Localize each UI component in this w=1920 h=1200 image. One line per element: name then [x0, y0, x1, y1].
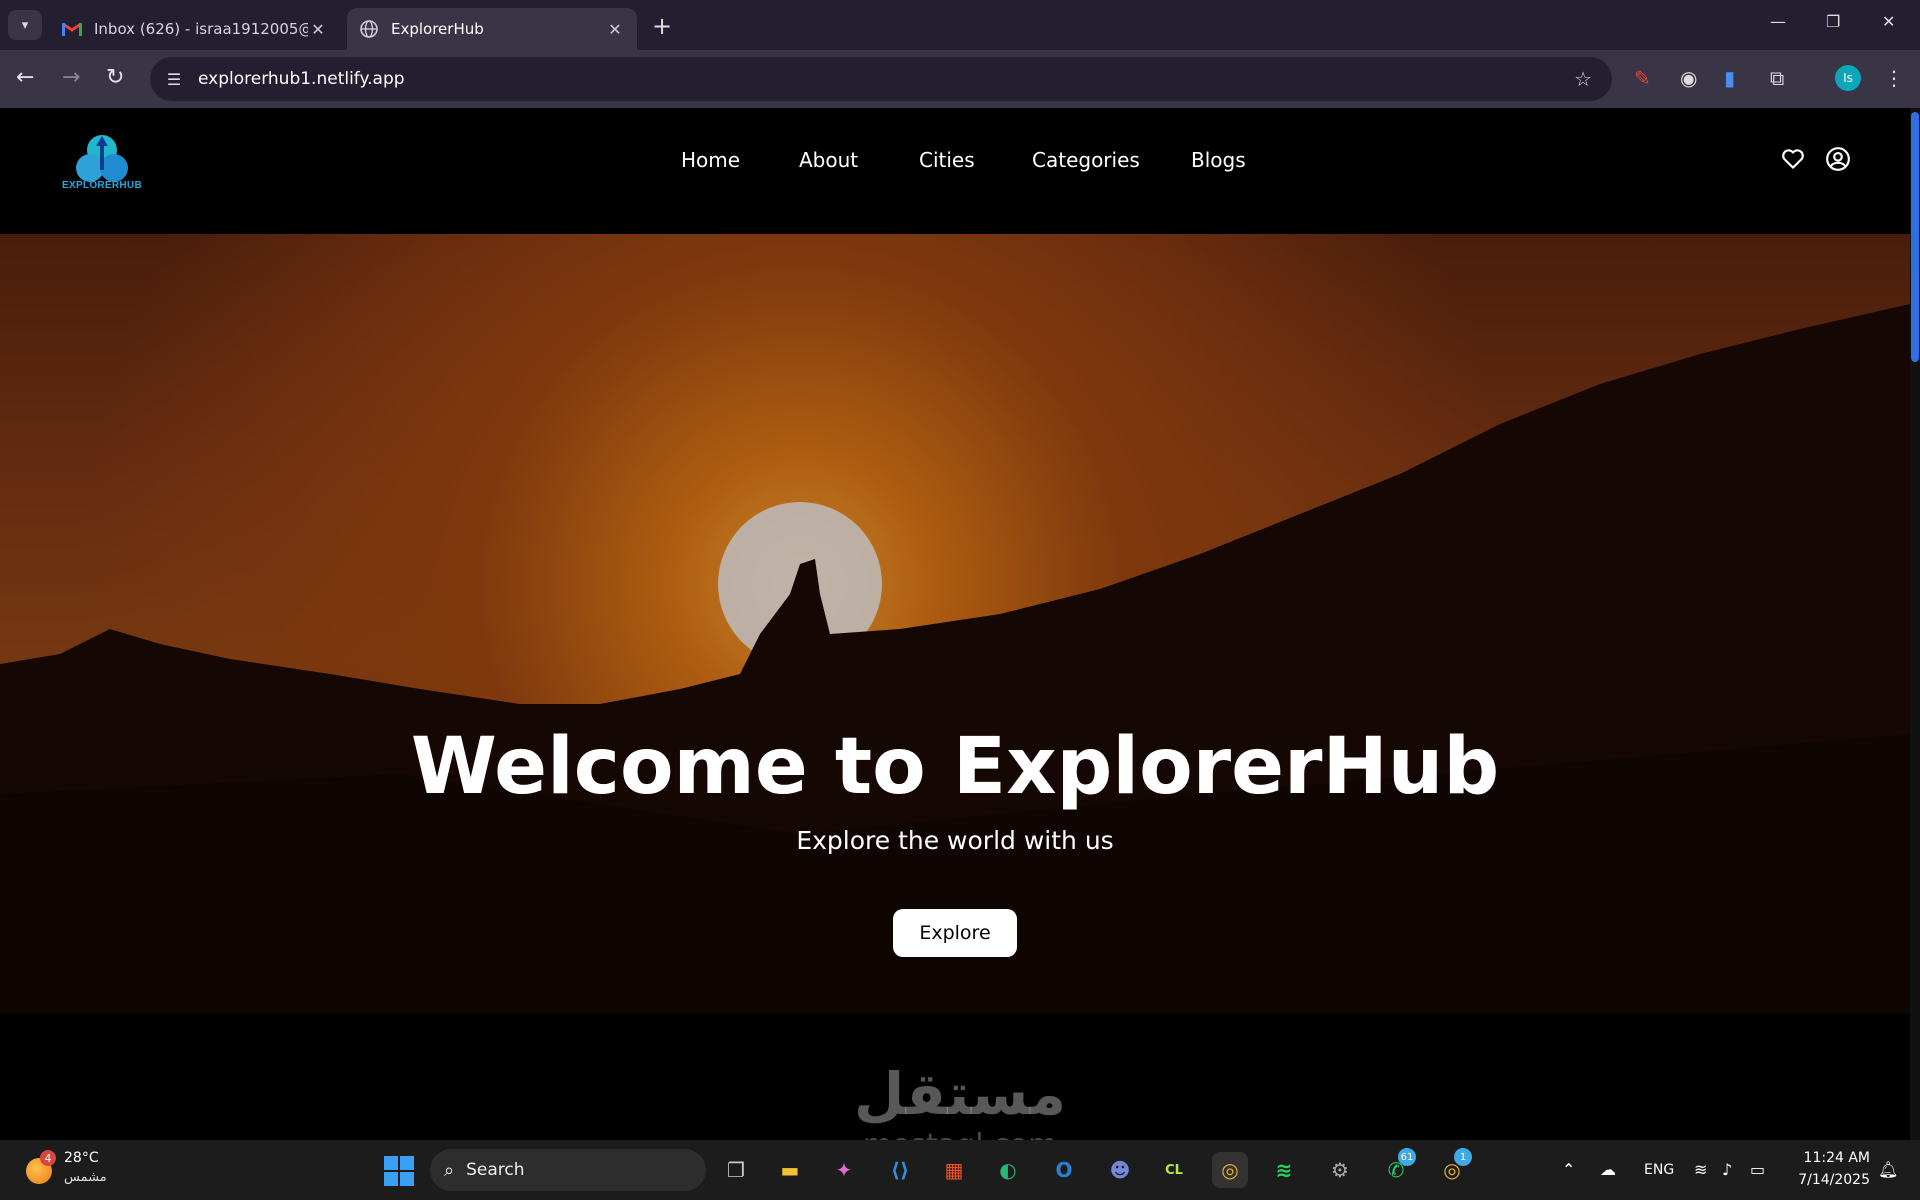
notification-bell-icon[interactable]: 🔔︎: [1878, 1160, 1898, 1179]
browser-tab-bar: ▾ Inbox (626) - israa1912005@gm ✕ Explor…: [0, 0, 1920, 50]
whatsapp-badge: 61: [1398, 1148, 1416, 1166]
windows-start-icon[interactable]: [384, 1156, 414, 1186]
gmail-icon: [62, 19, 82, 39]
weather-badge: 4: [40, 1150, 56, 1166]
watermark-text: مستقل: [853, 1060, 1067, 1128]
copilot-icon[interactable]: ✦: [826, 1152, 862, 1188]
logo-text: EXPLORERHUB: [62, 180, 142, 191]
outlook-icon[interactable]: O: [1046, 1152, 1082, 1188]
globe-icon: [359, 19, 379, 39]
reload-icon[interactable]: ↻: [106, 65, 124, 90]
tab-title: Inbox (626) - israa1912005@gm: [94, 20, 308, 38]
chevron-up-icon[interactable]: ⌃: [1562, 1160, 1575, 1179]
discord-icon[interactable]: ☻: [1102, 1152, 1138, 1188]
settings-gear-icon[interactable]: ⚙: [1322, 1152, 1358, 1188]
vscode-icon[interactable]: ⟨⟩: [882, 1152, 918, 1188]
profile-avatar[interactable]: Is: [1835, 65, 1861, 91]
search-icon: ⌕: [444, 1159, 455, 1181]
chrome-badge: 1: [1454, 1148, 1472, 1166]
tab-explorerhub[interactable]: ExplorerHub ✕: [347, 8, 637, 50]
chevron-down-icon: ▾: [21, 17, 29, 33]
address-bar[interactable]: ☰ explorerhub1.netlify.app ☆: [150, 57, 1612, 101]
nav-cities[interactable]: Cities: [919, 148, 975, 172]
user-circle-icon[interactable]: [1825, 146, 1851, 172]
task-view-icon[interactable]: ❐: [718, 1152, 754, 1188]
close-window-icon[interactable]: ✕: [1882, 12, 1895, 31]
forward-icon[interactable]: →: [62, 65, 80, 90]
windows-taskbar: 4 28°C مشمس ⌕ Search ❐ ▬ ✦ ⟨⟩ ▦ ◐ O ☻ CL…: [0, 1140, 1920, 1200]
tab-gmail[interactable]: Inbox (626) - israa1912005@gm ✕: [50, 8, 340, 50]
web-page: EXPLORERHUB Home About Cities Categories…: [0, 108, 1910, 1140]
tab-title: ExplorerHub: [391, 20, 484, 38]
pen-extension-icon[interactable]: ✎: [1634, 66, 1651, 90]
scrollbar-thumb[interactable]: [1911, 112, 1919, 362]
nav-blogs[interactable]: Blogs: [1191, 148, 1246, 172]
browser-toolbar: ← → ↻ ☰ explorerhub1.netlify.app ☆ ✎ ◉ ▮…: [0, 50, 1920, 108]
minimize-icon[interactable]: —: [1770, 12, 1786, 31]
clock-time[interactable]: 11:24 AM: [1798, 1150, 1870, 1166]
edge-icon[interactable]: ◐: [990, 1152, 1026, 1188]
more-menu-icon[interactable]: ⋮: [1884, 66, 1904, 90]
site-header: EXPLORERHUB Home About Cities Categories…: [0, 108, 1910, 234]
close-icon[interactable]: ✕: [308, 20, 328, 39]
bookmark-star-icon[interactable]: ☆: [1574, 67, 1592, 91]
clock-date[interactable]: 7/14/2025: [1792, 1172, 1870, 1188]
url-text[interactable]: explorerhub1.netlify.app: [198, 69, 405, 89]
restore-icon[interactable]: ❐: [1826, 12, 1840, 31]
close-icon[interactable]: ✕: [605, 20, 625, 39]
hero-subtitle: Explore the world with us: [796, 826, 1114, 855]
owl-extension-icon[interactable]: ◉: [1680, 66, 1697, 90]
docs-extension-icon[interactable]: ▮: [1724, 66, 1735, 90]
weather-temperature[interactable]: 28°C: [64, 1150, 99, 1166]
taskbar-search[interactable]: ⌕ Search: [430, 1149, 706, 1191]
weather-description[interactable]: مشمس: [64, 1170, 107, 1185]
spotify-icon[interactable]: ≋: [1266, 1152, 1302, 1188]
file-explorer-icon[interactable]: ▬: [772, 1152, 808, 1188]
volume-icon[interactable]: ♪: [1722, 1160, 1732, 1179]
nav-categories[interactable]: Categories: [1032, 148, 1140, 172]
back-icon[interactable]: ←: [16, 65, 34, 90]
heart-icon[interactable]: [1780, 146, 1806, 172]
tab-search-button[interactable]: ▾: [8, 10, 42, 40]
hero-section: Welcome to ExplorerHub Explore the world…: [0, 234, 1910, 1014]
wifi-icon[interactable]: ≋: [1694, 1160, 1707, 1179]
search-label: Search: [466, 1160, 525, 1180]
site-info-icon[interactable]: ☰: [162, 70, 186, 89]
language-indicator[interactable]: ENG: [1644, 1162, 1674, 1178]
explorerhub-logo-icon[interactable]: [62, 126, 142, 206]
battery-icon[interactable]: ▭: [1750, 1160, 1765, 1179]
onedrive-offline-icon[interactable]: ☁: [1600, 1160, 1616, 1179]
new-tab-button[interactable]: +: [652, 12, 672, 40]
explore-button[interactable]: Explore: [893, 909, 1017, 957]
chrome-icon[interactable]: ◎: [1212, 1152, 1248, 1188]
nav-about[interactable]: About: [799, 148, 858, 172]
clion-icon[interactable]: CL: [1156, 1152, 1192, 1188]
hero-title: Welcome to ExplorerHub: [410, 722, 1500, 812]
extensions-puzzle-icon[interactable]: ⧉: [1770, 66, 1784, 90]
sunset-silhouette-image: [0, 234, 1910, 1014]
nav-home[interactable]: Home: [681, 148, 740, 172]
microsoft-store-icon[interactable]: ▦: [936, 1152, 972, 1188]
